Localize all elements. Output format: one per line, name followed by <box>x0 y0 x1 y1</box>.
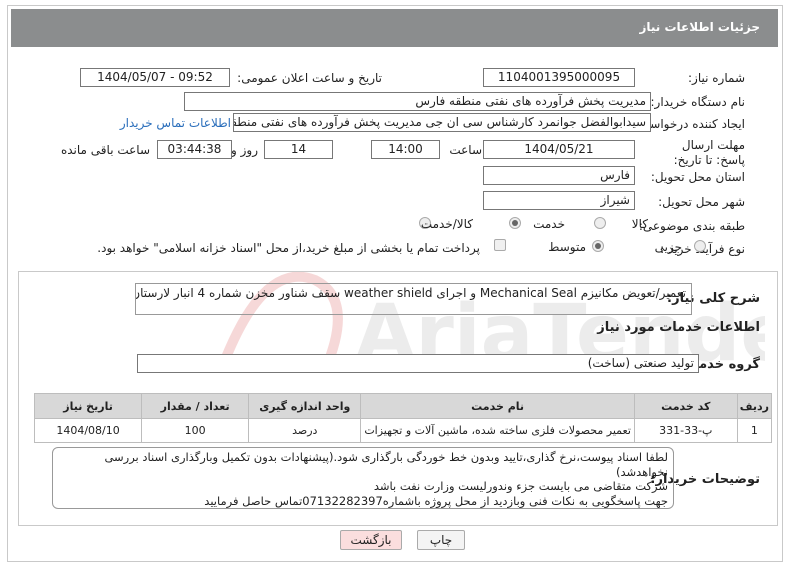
cell-service-code: پ-33-331 <box>633 418 738 443</box>
announce-datetime-label: تاریخ و ساعت اعلان عمومی: <box>237 71 382 85</box>
cell-need-date: 1404/08/10 <box>33 418 143 443</box>
notes-line: جهت پاسخگویی به نکات فنی وبازدید از محل … <box>204 493 668 508</box>
cell-quantity: 100 <box>141 418 250 443</box>
province-field: فارس <box>483 166 635 185</box>
buyer-notes-textarea[interactable]: لطفا اسناد پیوست،نرخ گذاری،تایید وبدون خ… <box>52 447 674 509</box>
col-header-qty: تعداد / مقدار <box>141 393 250 419</box>
services-info-heading: اطلاعات خدمات مورد نیاز <box>597 320 760 335</box>
category-radio-service[interactable] <box>509 217 521 229</box>
process-radio-medium[interactable] <box>592 240 604 252</box>
requester-field: سیدابوالفضل جوانمرد کارشناس سی ان جی مدی… <box>233 113 651 132</box>
cell-unit: درصد <box>248 418 362 443</box>
payment-note: پرداخت تمام یا بخشی از مبلغ خرید،از محل … <box>97 241 480 255</box>
reply-time-field: 14:00 <box>371 140 440 159</box>
table-row: 1 پ-33-331 تعمیر محصولات فلزی ساخته شده،… <box>33 418 773 443</box>
col-header-unit: واحد اندازه گیری <box>248 393 362 419</box>
table-header-row: ردیف کد خدمت نام خدمت واحد اندازه گیری ت… <box>33 393 773 419</box>
col-header-code: کد خدمت <box>633 393 738 419</box>
reply-deadline-label: مهلت ارسال پاسخ: تا تاریخ: <box>673 138 745 167</box>
category-option-goods: کالا <box>631 217 648 231</box>
notes-line: شرکت متقاضی می بایست جزء وندورلیست وزارت… <box>373 479 668 493</box>
process-option-minor: جزیی <box>654 240 682 254</box>
treasury-checkbox[interactable] <box>494 239 506 251</box>
col-header-name: نام خدمت <box>360 393 635 419</box>
back-button[interactable]: بازگشت <box>340 530 402 550</box>
category-option-goods-service: کالا/خدمت <box>420 217 473 231</box>
buyer-contact-link[interactable]: اطلاعات تماس خریدار <box>120 116 231 130</box>
reply-time-label: ساعت <box>449 143 482 157</box>
reply-date-field: 1404/05/21 <box>483 140 635 159</box>
need-number-field: 1104001395000095 <box>483 68 635 87</box>
print-button[interactable]: چاپ <box>417 530 465 550</box>
category-radio-goods[interactable] <box>594 217 606 229</box>
announce-datetime-field: 1404/05/07 - 09:52 <box>80 68 230 87</box>
province-label: استان محل تحویل: <box>650 170 745 184</box>
city-field: شیراز <box>483 191 635 210</box>
page-header: جزئیات اطلاعات نیاز <box>11 9 778 47</box>
buyer-org-label: نام دستگاه خریدار: <box>650 95 746 109</box>
requester-label: ایجاد کننده درخواست: <box>634 117 745 131</box>
process-radio-minor[interactable] <box>694 240 706 252</box>
notes-line: لطفا اسناد پیوست،نرخ گذاری،تایید وبدون خ… <box>104 450 668 479</box>
remaining-time-field: 03:44:38 <box>157 140 232 159</box>
col-header-date: تاریخ نیاز <box>33 393 143 419</box>
process-option-medium: متوسط <box>548 240 586 254</box>
page-title: جزئیات اطلاعات نیاز <box>639 20 760 34</box>
category-label: طبقه بندی موضوعی: <box>638 219 745 233</box>
service-group-field: تولید صنعتی (ساخت) <box>137 354 699 373</box>
buyer-org-field: مدیریت پخش فرآورده های نفتی منطقه فارس <box>184 92 651 111</box>
city-label: شهر محل تحویل: <box>658 195 745 209</box>
category-option-service: خدمت <box>533 217 565 231</box>
cell-service-name: تعمیر محصولات فلزی ساخته شده، ماشین آلات… <box>360 418 635 443</box>
remaining-days-field: 14 <box>264 140 333 159</box>
remaining-label: ساعت باقی مانده <box>60 143 150 157</box>
services-table: ردیف کد خدمت نام خدمت واحد اندازه گیری ت… <box>33 393 773 443</box>
summary-textarea[interactable]: تعمیر/تعویض مکانیزم Mechanical Seal و اج… <box>135 283 692 315</box>
need-number-label: شماره نیاز: <box>688 71 745 85</box>
cell-row-number: 1 <box>736 418 773 443</box>
days-label: روز و <box>231 143 258 157</box>
col-header-row: ردیف <box>736 393 773 419</box>
